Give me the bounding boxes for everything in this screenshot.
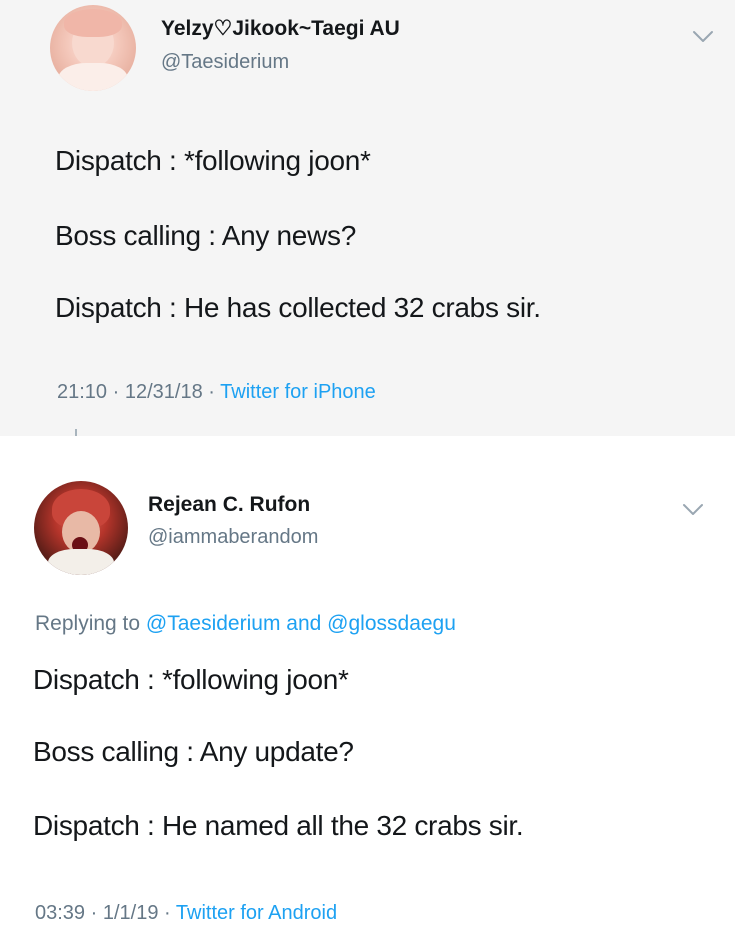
meta-separator: ·: [90, 902, 98, 924]
tweet-source-link[interactable]: Twitter for Android: [176, 902, 337, 924]
mention-link[interactable]: @Taesiderium: [146, 612, 281, 635]
tweet-date: 1/1/19: [102, 902, 159, 924]
tweet-source-link[interactable]: Twitter for iPhone: [220, 381, 376, 403]
tweet-text-line: Dispatch : He named all the 32 crabs sir…: [33, 810, 524, 841]
display-name[interactable]: Rejean C. Rufon: [148, 493, 310, 517]
profile-avatar[interactable]: [34, 481, 128, 575]
replying-to-label: Replying to: [35, 612, 141, 635]
tweet-date: 12/31/18: [124, 381, 203, 403]
original-tweet[interactable]: Yelzy♡Jikook~Taegi AU @Taesiderium Dispa…: [0, 0, 735, 436]
avatar-collar-shape: [48, 549, 114, 575]
tweet-time: 21:10: [57, 381, 108, 403]
meta-separator: ·: [112, 381, 120, 403]
username-handle[interactable]: @iammaberandom: [148, 526, 318, 549]
replying-and-text: and: [286, 612, 322, 635]
tweet-time: 03:39: [35, 902, 86, 924]
tweet-metadata: 21:10 · 12/31/18 · Twitter for iPhone: [57, 381, 376, 404]
reply-tweet[interactable]: Rejean C. Rufon @iammaberandom Replying …: [0, 436, 735, 937]
tweet-text-line: Boss calling : Any news?: [55, 220, 356, 251]
chevron-down-icon[interactable]: [691, 29, 715, 45]
meta-separator: ·: [164, 902, 171, 924]
meta-separator: ·: [208, 381, 215, 403]
replying-to-context: Replying to @Taesiderium and @glossdaegu: [35, 612, 456, 636]
mention-link[interactable]: @glossdaegu: [327, 612, 456, 635]
username-handle[interactable]: @Taesiderium: [161, 51, 289, 74]
chevron-down-icon[interactable]: [681, 502, 705, 518]
profile-avatar[interactable]: [50, 5, 136, 91]
tweet-text-line: Boss calling : Any update?: [33, 736, 354, 767]
tweet-text-line: Dispatch : He has collected 32 crabs sir…: [55, 292, 541, 323]
tweet-thread: Yelzy♡Jikook~Taegi AU @Taesiderium Dispa…: [0, 0, 735, 937]
avatar-shoulder-shape: [58, 63, 128, 91]
tweet-text-line: Dispatch : *following joon*: [33, 664, 349, 695]
tweet-metadata: 03:39 · 1/1/19 · Twitter for Android: [35, 902, 337, 925]
display-name[interactable]: Yelzy♡Jikook~Taegi AU: [161, 16, 400, 41]
avatar-hair-shape: [64, 9, 122, 37]
tweet-text-line: Dispatch : *following joon*: [55, 145, 371, 176]
